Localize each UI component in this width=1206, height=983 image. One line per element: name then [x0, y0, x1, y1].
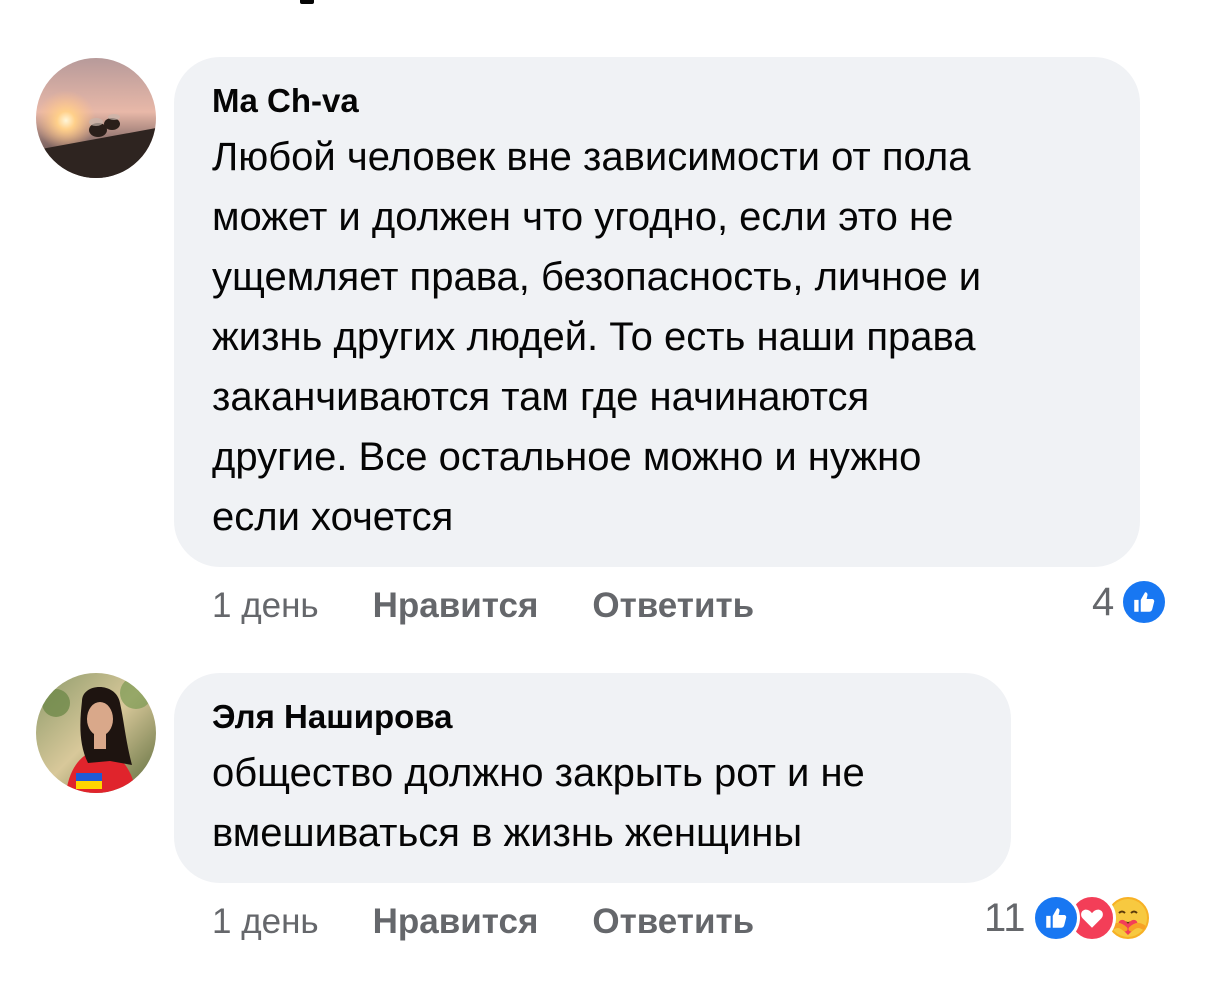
- reaction-summary[interactable]: 11: [984, 894, 1152, 942]
- comment-text: общество должно закрыть рот и не вмешива…: [212, 751, 865, 855]
- comment-bubble: Эля Наширова общество должно закрыть рот…: [174, 673, 1011, 883]
- reply-button[interactable]: Ответить: [592, 902, 754, 942]
- previous-content-fragment: [300, 0, 314, 4]
- comments-page: Ma Ch-va Любой человек вне зависимости о…: [0, 0, 1206, 983]
- avatar[interactable]: [36, 58, 156, 178]
- comment-text: Любой человек вне зависимости от пола мо…: [212, 135, 982, 539]
- comment-actions: 1 день Нравится Ответить: [212, 584, 808, 628]
- comment-bubble: Ma Ch-va Любой человек вне зависимости о…: [174, 57, 1140, 567]
- like-button[interactable]: Нравится: [373, 586, 539, 626]
- reaction-summary[interactable]: 4: [1092, 578, 1169, 626]
- comment-author[interactable]: Ma Ch-va: [212, 81, 1102, 121]
- reply-button[interactable]: Ответить: [592, 586, 754, 626]
- comment-actions: 1 день Нравится Ответить: [212, 900, 808, 944]
- sunset-avatar-image: [36, 58, 156, 178]
- comment-time[interactable]: 1 день: [212, 586, 319, 626]
- reaction-count: 4: [1092, 579, 1115, 624]
- avatar[interactable]: [36, 673, 156, 793]
- profile-photo-image: [36, 673, 156, 793]
- comment-time[interactable]: 1 день: [212, 902, 319, 942]
- like-icon: [1120, 578, 1169, 626]
- like-button[interactable]: Нравится: [373, 902, 539, 942]
- like-icon: [1031, 894, 1080, 942]
- comment-author[interactable]: Эля Наширова: [212, 697, 973, 737]
- reaction-count: 11: [984, 895, 1026, 940]
